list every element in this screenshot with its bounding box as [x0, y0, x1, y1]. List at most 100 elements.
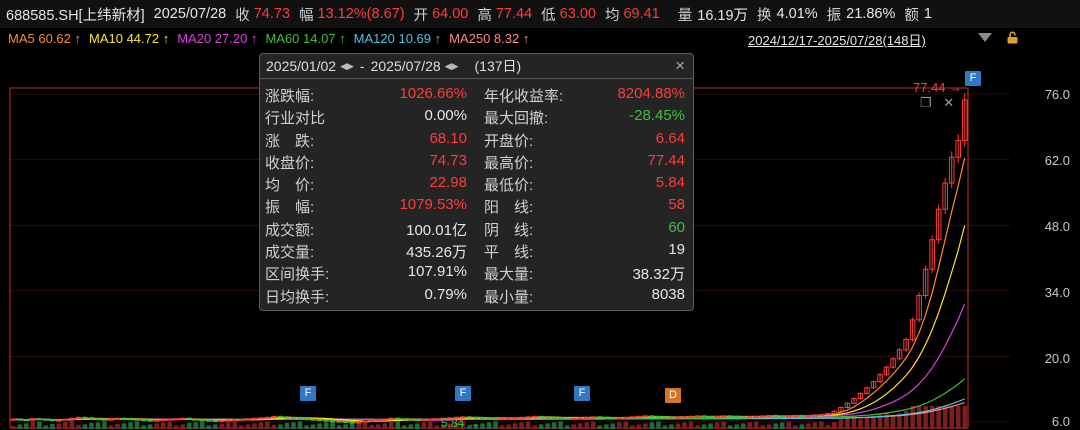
volume-bar: [838, 419, 844, 429]
event-badge-f[interactable]: F: [574, 386, 590, 401]
volume-bar: [701, 424, 707, 429]
event-badge-f[interactable]: F: [965, 71, 981, 86]
candle-body: [720, 415, 727, 418]
volume-bar: [864, 417, 870, 429]
volume-bar: [519, 422, 524, 429]
volume-bar: [258, 422, 264, 429]
candle-body: [95, 418, 101, 421]
volume-bar: [610, 423, 616, 429]
popup-end-date[interactable]: 2025/07/28: [371, 58, 441, 74]
amount-value: 1: [923, 6, 932, 22]
stat-label: 最大回撤:: [484, 110, 549, 128]
candle-body: [381, 418, 388, 421]
candle-body: [290, 417, 297, 420]
volume-bar: [884, 412, 889, 429]
volume-bar: [278, 424, 283, 429]
ma250-label[interactable]: MA250 8.32 ↑: [449, 31, 529, 46]
y-tick: 62.0: [1044, 153, 1070, 168]
volume-bar: [245, 424, 251, 429]
candle-body: [49, 419, 56, 422]
volume-bar: [812, 422, 818, 429]
candle-body: [701, 415, 707, 418]
candle-body: [238, 418, 245, 421]
candle-body: [557, 417, 564, 420]
candle-body: [427, 418, 434, 421]
stat-value: 1026.66%: [399, 85, 467, 102]
interval-stats-popup: 2025/01/02 ◀▶ - 2025/07/28 ◀▶ (137日) × 涨…: [259, 53, 694, 311]
candle-body: [16, 418, 23, 421]
ma10-label[interactable]: MA10 44.72 ↑: [89, 31, 169, 46]
volume-bar: [310, 424, 316, 429]
volume-bar: [375, 424, 381, 429]
candle-body: [271, 415, 277, 418]
volume-bar: [206, 425, 212, 429]
candle-body: [636, 415, 642, 418]
close-icon[interactable]: ✕: [943, 95, 954, 110]
ma60-label[interactable]: MA60 14.07 ↑: [265, 31, 345, 46]
event-badge-d[interactable]: D: [665, 388, 681, 403]
volume-bar: [89, 422, 94, 429]
volume-bar: [793, 425, 798, 429]
stat-label: 成交额:: [265, 221, 315, 239]
y-tick: 76.0: [1044, 87, 1070, 102]
candle-body: [727, 415, 733, 418]
amplitude-label: 振: [826, 7, 842, 24]
candle-body: [232, 419, 238, 422]
ma120-label[interactable]: MA120 10.69 ↑: [354, 31, 441, 46]
ma20-label[interactable]: MA20 27.20 ↑: [177, 31, 257, 46]
volume-bar: [265, 421, 270, 429]
volume-bar: [662, 425, 668, 429]
date-stepper-icon[interactable]: ◀▶: [340, 61, 354, 72]
candle-body: [525, 416, 531, 419]
stock-symbol[interactable]: 688585.SH[上纬新材]: [6, 4, 145, 25]
stat-value: 0.79%: [424, 285, 467, 303]
candle-body: [43, 418, 49, 421]
lock-icon[interactable]: [1006, 31, 1019, 44]
candle-body: [414, 419, 421, 422]
stat-value: 22.98: [429, 174, 467, 192]
candle-body: [746, 416, 753, 419]
volume-bar: [766, 424, 772, 429]
stat-value: 38.32万: [632, 266, 685, 284]
chevron-down-icon[interactable]: [978, 33, 992, 42]
stat-label: 收盘价:: [265, 154, 315, 172]
avg-label: 均: [604, 7, 620, 24]
stat-label: 振 幅:: [265, 199, 315, 217]
volume-bar: [597, 425, 603, 429]
candle-body: [303, 418, 310, 421]
volume-bar: [213, 424, 218, 429]
stat-label: 阴 线:: [484, 221, 534, 239]
candle-body: [564, 417, 570, 420]
volume-bar: [734, 424, 739, 429]
candle-body: [675, 416, 681, 419]
popup-start-date[interactable]: 2025/01/02: [266, 58, 336, 74]
stat-label: 行业对比: [265, 110, 326, 128]
candle-body: [610, 417, 616, 420]
volume-bar: [675, 423, 681, 429]
stat-label: 日均换手:: [265, 288, 330, 306]
event-badge-f[interactable]: F: [455, 386, 471, 401]
candle-body: [544, 416, 551, 419]
restore-icon[interactable]: ❐: [920, 95, 932, 110]
ma5-label[interactable]: MA5 60.62 ↑: [8, 31, 81, 46]
close-icon[interactable]: ×: [675, 56, 685, 76]
volume-bar: [102, 421, 107, 429]
stat-value: 435.26万: [406, 244, 467, 262]
event-badge-f[interactable]: F: [300, 386, 316, 401]
y-tick: 20.0: [1044, 351, 1070, 366]
candle-body: [199, 419, 206, 422]
volume-bar: [525, 421, 531, 429]
volume-bar: [69, 420, 75, 429]
candle-body: [394, 417, 401, 420]
stat-label: 最小量:: [484, 288, 534, 306]
stats-row: 振 幅: 1079.53% 阳 线: 58: [260, 196, 693, 218]
volume-bar: [786, 421, 792, 429]
date-stepper-icon[interactable]: ◀▶: [445, 61, 459, 72]
candle-body: [323, 419, 329, 422]
candle-body: [623, 416, 629, 419]
volume-bar: [330, 421, 335, 429]
low-label: 低: [541, 7, 556, 24]
date-range-selector[interactable]: 2024/12/17-2025/07/28(148日): [748, 30, 926, 49]
candle-body: [825, 413, 831, 416]
stat-value: -28.45%: [629, 107, 685, 125]
